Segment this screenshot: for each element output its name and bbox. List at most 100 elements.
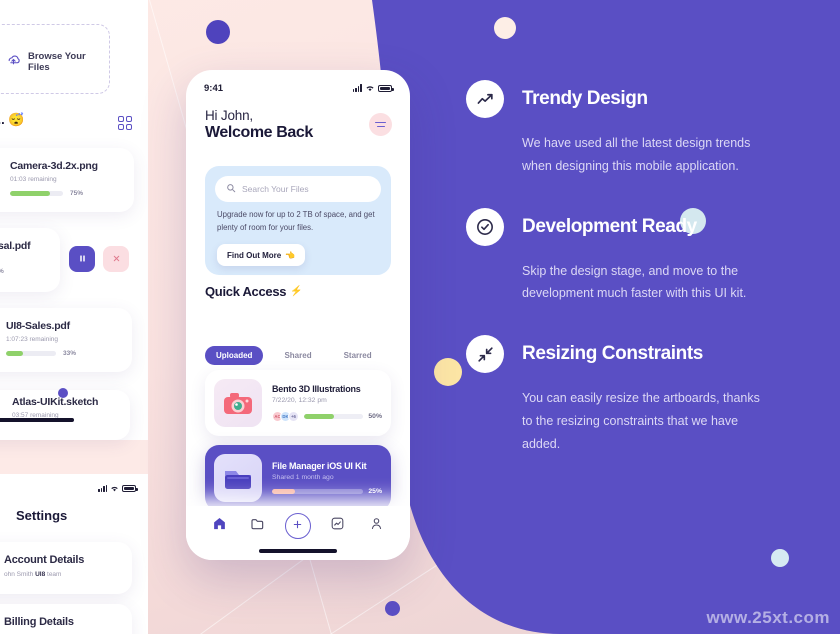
feature-body: You can easily resize the artboards, tha… bbox=[522, 391, 760, 451]
file-list: Bento 3D Illustrations 7/22/20, 12:32 pm… bbox=[205, 370, 391, 520]
feature-title: Development Ready bbox=[522, 215, 697, 237]
nav-home-button[interactable] bbox=[207, 514, 231, 538]
upload-file-name: sal.pdf bbox=[0, 240, 31, 252]
upload-progress-bar bbox=[10, 191, 63, 196]
cancel-upload-button[interactable] bbox=[103, 246, 129, 272]
upload-file-name: UI8-Sales.pdf bbox=[6, 320, 70, 332]
file-meta: Shared 1 month ago bbox=[272, 474, 334, 481]
file-progress-row: 25% bbox=[272, 488, 382, 495]
trending-up-icon bbox=[466, 80, 504, 118]
watermark: www.25xt.com bbox=[706, 608, 830, 627]
tab-uploaded[interactable]: Uploaded bbox=[205, 346, 264, 365]
tab-starred[interactable]: Starred bbox=[333, 346, 383, 365]
find-out-more-button[interactable]: Find Out More 👈 bbox=[217, 244, 306, 266]
stats-square-icon bbox=[330, 516, 345, 536]
nav-stats-button[interactable] bbox=[326, 514, 350, 538]
greeting-line-2: Welcome Back bbox=[205, 124, 313, 141]
wifi-icon bbox=[365, 79, 375, 97]
folder-3d-icon bbox=[214, 454, 262, 502]
settings-title: Settings bbox=[16, 508, 68, 523]
settings-row-account[interactable]: Account Details ohn Smith UI8 team bbox=[0, 542, 132, 594]
hamburger-menu-icon[interactable] bbox=[369, 113, 392, 136]
settings-sub-name: ohn Smith bbox=[4, 571, 36, 578]
battery-icon bbox=[378, 84, 394, 92]
wifi-icon bbox=[110, 479, 119, 497]
browse-files-dropzone[interactable]: Browse Your Files bbox=[0, 24, 110, 94]
upload-remaining: 1:07:23 remaining bbox=[6, 336, 59, 343]
upload-card-ui8sales[interactable]: UI8-Sales.pdf 1:07:23 remaining 33% bbox=[0, 308, 132, 372]
upload-percent: 75% bbox=[70, 190, 84, 197]
feature-list: Trendy Design We have used all the lates… bbox=[466, 80, 796, 485]
promo-text: Upgrade now for up to 2 TB of space, and… bbox=[217, 210, 375, 232]
decor-dot-cream-top bbox=[494, 17, 516, 39]
signal-bars-icon bbox=[352, 84, 362, 92]
phone-status-bar: 9:41 bbox=[186, 80, 410, 96]
tab-shared[interactable]: Shared bbox=[273, 346, 322, 365]
upload-cloud-icon bbox=[7, 53, 20, 71]
feature-header: Resizing Constraints bbox=[466, 335, 796, 373]
settings-sub-team: team bbox=[45, 571, 62, 578]
feature-development-ready: Development Ready Skip the design stage,… bbox=[466, 207, 796, 306]
home-icon bbox=[212, 516, 227, 536]
settings-row-billing[interactable]: Billing Details bbox=[0, 604, 132, 634]
nav-profile-button[interactable] bbox=[365, 514, 389, 538]
upgrade-promo-card: Search Your Files Upgrade now for up to … bbox=[205, 166, 391, 275]
settings-status-bar bbox=[98, 479, 138, 497]
settings-row-sub: ohn Smith UI8 team bbox=[4, 571, 84, 578]
file-name: File Manager iOS UI Kit bbox=[272, 461, 367, 471]
pause-icon bbox=[78, 250, 87, 268]
phone-mockup: 9:41 Hi John, Welcome Back Search Your F… bbox=[186, 70, 410, 560]
file-progress-bar bbox=[304, 414, 364, 419]
battery-icon bbox=[122, 484, 138, 492]
nav-files-button[interactable] bbox=[246, 514, 270, 538]
file-progress-row: AC DK +6 50% bbox=[272, 411, 382, 422]
status-time: 9:41 bbox=[204, 82, 224, 94]
decor-dot-purple-top bbox=[206, 20, 230, 44]
nav-add-button[interactable] bbox=[284, 513, 311, 539]
poster-stage: www.25xt.com Browse Your Files g... 😴 bbox=[0, 0, 840, 634]
upload-progress-bar bbox=[6, 351, 56, 356]
search-placeholder: Search Your Files bbox=[242, 184, 309, 194]
feature-header: Development Ready bbox=[466, 207, 796, 246]
find-out-more-label: Find Out More bbox=[227, 250, 282, 260]
upload-remaining: 01:03 remaining bbox=[10, 176, 57, 183]
feature-body: Skip the design stage, and move to the d… bbox=[522, 263, 747, 301]
collaborator-avatars: AC DK +6 bbox=[272, 411, 299, 422]
upload-card-proposal[interactable]: sal.pdf % bbox=[0, 228, 60, 292]
pause-upload-button[interactable] bbox=[69, 246, 95, 272]
left-panel-homebar bbox=[0, 418, 74, 422]
settings-row-title: Account Details bbox=[4, 554, 85, 566]
feature-header: Trendy Design bbox=[466, 80, 796, 118]
decor-dot-yellow bbox=[434, 358, 462, 386]
file-percent: 50% bbox=[368, 413, 382, 420]
left-section-heading: g... 😴 bbox=[0, 112, 25, 127]
file-card-filemanager[interactable]: File Manager iOS UI Kit Shared 1 month a… bbox=[205, 445, 391, 511]
profile-icon bbox=[369, 516, 384, 536]
quick-access-title: Quick Access bbox=[205, 284, 287, 299]
upload-percent: 33% bbox=[63, 350, 77, 357]
decor-dot-card-marker bbox=[58, 388, 68, 398]
grid-view-button[interactable] bbox=[112, 110, 138, 136]
search-icon bbox=[226, 180, 236, 198]
avatar-overflow: +6 bbox=[288, 411, 299, 422]
decor-dot-purple-bottom bbox=[385, 601, 400, 616]
lightning-emoji: ⚡ bbox=[290, 286, 303, 297]
quick-access-heading: Quick Access ⚡ bbox=[205, 284, 303, 299]
camera-3d-icon bbox=[214, 379, 262, 427]
feature-trendy-design: Trendy Design We have used all the lates… bbox=[466, 80, 796, 178]
file-card-bento[interactable]: Bento 3D Illustrations 7/22/20, 12:32 pm… bbox=[205, 370, 391, 436]
pointing-hand-emoji: 👈 bbox=[285, 250, 296, 260]
left-panel-pink-bg bbox=[0, 440, 148, 474]
feature-title: Trendy Design bbox=[522, 88, 648, 109]
settings-sub-brand: UI8 bbox=[35, 571, 46, 578]
upload-card-camera[interactable]: Camera-3d.2x.png 01:03 remaining 75% bbox=[0, 148, 134, 212]
phone-home-indicator bbox=[259, 549, 337, 553]
settings-row-title: Billing Details bbox=[4, 616, 74, 628]
greeting-line-1: Hi John, bbox=[205, 108, 253, 123]
browse-files-label: Browse Your Files bbox=[28, 51, 86, 73]
plus-icon bbox=[292, 517, 303, 535]
signal-bars-icon bbox=[98, 484, 108, 492]
resize-shrink-icon bbox=[466, 335, 504, 373]
status-indicators bbox=[352, 79, 394, 97]
search-input[interactable]: Search Your Files bbox=[215, 176, 381, 202]
